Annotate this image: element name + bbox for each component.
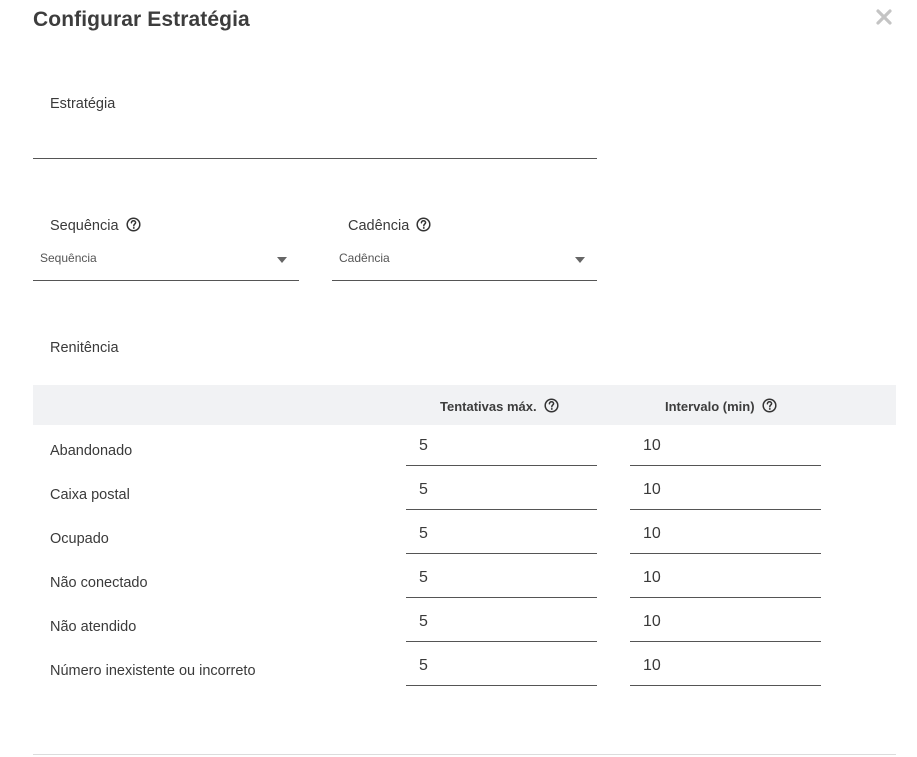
max-attempts-value: 5 xyxy=(419,437,428,454)
strategy-label: Estratégia xyxy=(50,96,116,112)
renitencia-label: Renitência xyxy=(50,340,119,356)
footer-divider xyxy=(33,754,896,755)
close-button[interactable] xyxy=(873,6,895,28)
strategy-input[interactable] xyxy=(33,128,597,158)
close-icon xyxy=(876,9,892,25)
interval-value: 10 xyxy=(643,569,661,586)
interval-input[interactable]: 10 xyxy=(630,514,821,554)
sequence-label: Sequência xyxy=(50,217,141,234)
sequence-help-icon[interactable] xyxy=(125,217,141,232)
row-label: Ocupado xyxy=(50,531,109,547)
max-attempts-header-text: Tentativas máx. xyxy=(440,399,537,414)
interval-input[interactable]: 10 xyxy=(630,470,821,510)
cadence-label: Cadência xyxy=(348,217,431,234)
row-label: Não atendido xyxy=(50,619,137,635)
cadence-select[interactable]: Cadência xyxy=(332,245,597,281)
sequence-chevron-down-icon xyxy=(277,257,287,263)
interval-header-text: Intervalo (min) xyxy=(665,399,755,414)
interval-input[interactable]: 10 xyxy=(630,646,821,686)
cadence-label-text: Cadência xyxy=(348,218,410,234)
strategy-field[interactable] xyxy=(33,128,597,159)
max-attempts-value: 5 xyxy=(419,613,428,630)
interval-value: 10 xyxy=(643,525,661,542)
max-attempts-header: Tentativas máx. xyxy=(440,385,559,425)
interval-value: 10 xyxy=(643,437,661,454)
max-attempts-input[interactable]: 5 xyxy=(406,470,597,510)
max-attempts-value: 5 xyxy=(419,569,428,586)
sequence-select[interactable]: Sequência xyxy=(33,245,299,281)
interval-help-icon[interactable] xyxy=(762,398,777,413)
interval-input[interactable]: 10 xyxy=(630,602,821,642)
max-attempts-value: 5 xyxy=(419,481,428,498)
cadence-chevron-down-icon xyxy=(575,257,585,263)
row-label: Número inexistente ou incorreto xyxy=(50,663,256,679)
interval-value: 10 xyxy=(643,481,661,498)
max-attempts-value: 5 xyxy=(419,525,428,542)
row-label: Caixa postal xyxy=(50,487,130,503)
row-label: Não conectado xyxy=(50,575,148,591)
max-attempts-value: 5 xyxy=(419,657,428,674)
dialog-title: Configurar Estratégia xyxy=(33,8,250,31)
cadence-help-icon[interactable] xyxy=(416,217,431,232)
max-attempts-input[interactable]: 5 xyxy=(406,514,597,554)
max-attempts-input[interactable]: 5 xyxy=(406,602,597,642)
cadence-select-placeholder: Cadência xyxy=(339,251,390,265)
max-attempts-help-icon[interactable] xyxy=(544,398,559,413)
interval-input[interactable]: 10 xyxy=(630,426,821,466)
max-attempts-input[interactable]: 5 xyxy=(406,426,597,466)
row-label: Abandonado xyxy=(50,443,133,459)
max-attempts-input[interactable]: 5 xyxy=(406,646,597,686)
renitencia-table-header: Tentativas máx. Intervalo (min) xyxy=(33,385,896,425)
interval-value: 10 xyxy=(643,657,661,674)
sequence-label-text: Sequência xyxy=(50,218,119,234)
interval-header: Intervalo (min) xyxy=(665,385,777,425)
interval-value: 10 xyxy=(643,613,661,630)
max-attempts-input[interactable]: 5 xyxy=(406,558,597,598)
interval-input[interactable]: 10 xyxy=(630,558,821,598)
sequence-select-placeholder: Sequência xyxy=(40,251,97,265)
